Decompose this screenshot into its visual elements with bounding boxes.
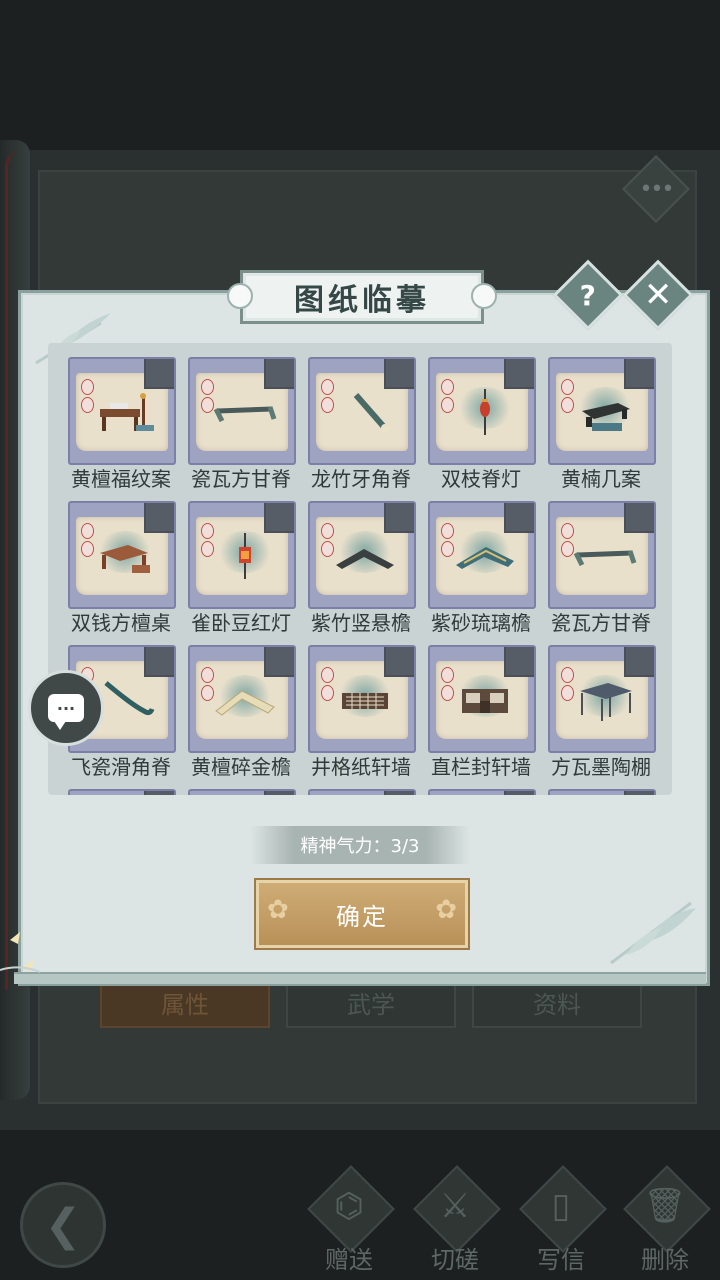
close-icon: ✕ — [643, 275, 673, 315]
blueprint-item[interactable] — [548, 789, 656, 795]
butterfly-decoration — [0, 932, 41, 973]
blueprint-item-label: 双钱方檀桌 — [71, 611, 171, 635]
rail-wall-icon — [462, 689, 508, 713]
blueprint-item[interactable]: 紫竹竖悬檐 — [308, 501, 416, 641]
blueprint-item[interactable]: 瓷瓦方甘脊 — [188, 357, 296, 497]
blueprint-item[interactable]: 瓷瓦方甘脊 — [548, 501, 656, 641]
lantern-icon — [480, 389, 490, 435]
table-icon — [582, 403, 630, 431]
letter-icon: ▯ — [551, 1186, 571, 1226]
trash-icon: 🗑 — [643, 1186, 687, 1226]
horn-ridge-icon — [353, 393, 389, 432]
blueprint-item-label: 瓷瓦方甘脊 — [551, 611, 651, 635]
blueprint-item-label: 直栏封轩墙 — [431, 755, 531, 779]
confirm-label: 确定 — [336, 902, 388, 931]
blueprint-item[interactable]: 龙竹牙角脊 — [308, 357, 416, 497]
blueprint-grid[interactable]: 黄檀福纹案 瓷瓦方甘脊 龙竹牙角脊 双枝脊灯 黄楠几案 双钱方檀桌 雀卧豆红灯 … — [48, 343, 672, 795]
bottom-nav: ❮ ⌬ 赠送 ⚔ 切磋 ▯ 写信 🗑 删除 — [0, 1160, 720, 1280]
gold-eave-icon — [215, 690, 275, 716]
blueprint-item[interactable] — [68, 789, 176, 795]
glazed-eave-icon — [456, 547, 514, 569]
nav-gift: ⌬ 赠送 — [306, 1165, 396, 1280]
blueprint-item-label: 龙竹牙角脊 — [311, 467, 411, 491]
nav-spar-label: 切磋 — [431, 1246, 479, 1274]
stamina-text: 精神气力：3/3 — [300, 836, 420, 857]
red-lantern-icon — [239, 533, 251, 579]
desk-icon — [100, 393, 154, 431]
back-arrow-icon: ❮ — [44, 1199, 82, 1251]
nav-letter-label: 写信 — [537, 1246, 585, 1274]
blueprint-item-label: 飞瓷滑角脊 — [71, 755, 171, 779]
blueprint-item[interactable]: 井格纸轩墙 — [308, 645, 416, 785]
nav-delete-label: 删除 — [641, 1246, 689, 1274]
stamina-bar: 精神气力：3/3 — [250, 826, 470, 864]
blueprint-item[interactable]: 双枝脊灯 — [428, 357, 536, 497]
blueprint-item-label: 井格纸轩墙 — [311, 755, 411, 779]
blueprint-item[interactable]: 紫砂琉璃檐 — [428, 501, 536, 641]
nav-gift-label: 赠送 — [325, 1246, 373, 1274]
blueprint-item-label: 方瓦墨陶棚 — [551, 755, 651, 779]
blueprint-item[interactable]: 雀卧豆红灯 — [188, 501, 296, 641]
blueprint-item-label: 双枝脊灯 — [441, 467, 521, 491]
eave-icon — [336, 549, 394, 569]
blueprint-item-label: 紫砂琉璃檐 — [431, 611, 531, 635]
dialog-title: 图纸临摹 — [294, 283, 430, 318]
blueprint-item-label: 瓷瓦方甘脊 — [191, 467, 291, 491]
bamboo-decoration — [610, 901, 696, 965]
blueprint-item-label: 黄楠几案 — [561, 467, 641, 491]
blueprint-item[interactable]: 双钱方檀桌 — [68, 501, 176, 641]
blueprint-item-label: 紫竹竖悬檐 — [311, 611, 411, 635]
confirm-button[interactable]: 确定 — [256, 880, 468, 948]
background-tabs: 属性 武学 资料 — [100, 982, 642, 1028]
nav-delete: 🗑 删除 — [622, 1165, 712, 1280]
tab-attributes: 属性 — [100, 982, 270, 1028]
blueprint-item-label: 雀卧豆红灯 — [191, 611, 291, 635]
back-button: ❮ — [20, 1182, 106, 1268]
lattice-wall-icon — [342, 693, 388, 709]
chat-bubble-icon: ... — [48, 694, 84, 730]
blueprint-item[interactable]: 方瓦墨陶棚 — [548, 645, 656, 785]
chat-button[interactable]: ... — [28, 670, 104, 746]
ridge-icon — [213, 406, 277, 423]
pavilion-icon — [580, 683, 632, 721]
dialog-title-plate: 图纸临摹 — [227, 270, 497, 324]
blueprint-item[interactable] — [428, 789, 536, 795]
tab-martial-arts: 武学 — [286, 982, 456, 1028]
nav-spar: ⚔ 切磋 — [412, 1165, 502, 1280]
tab-profile: 资料 — [472, 982, 642, 1028]
dialog-bottom-edge — [14, 972, 706, 984]
blueprint-item[interactable]: 黄檀福纹案 — [68, 357, 176, 497]
blueprint-item[interactable]: 黄楠几案 — [548, 357, 656, 497]
blueprint-item[interactable]: 黄檀碎金檐 — [188, 645, 296, 785]
scroll-icon: ⌬ — [334, 1186, 364, 1226]
question-icon: ? — [579, 278, 597, 312]
blueprint-item-label: 黄檀福纹案 — [71, 467, 171, 491]
square-table-icon — [100, 545, 150, 573]
ridge-icon — [573, 550, 637, 567]
blueprint-item[interactable]: 直栏封轩墙 — [428, 645, 536, 785]
blueprint-item[interactable] — [308, 789, 416, 795]
blueprint-item-label: 黄檀碎金檐 — [191, 755, 291, 779]
sword-icon: ⚔ — [439, 1186, 471, 1226]
nav-letter: ▯ 写信 — [518, 1165, 608, 1280]
blueprint-item[interactable] — [188, 789, 296, 795]
